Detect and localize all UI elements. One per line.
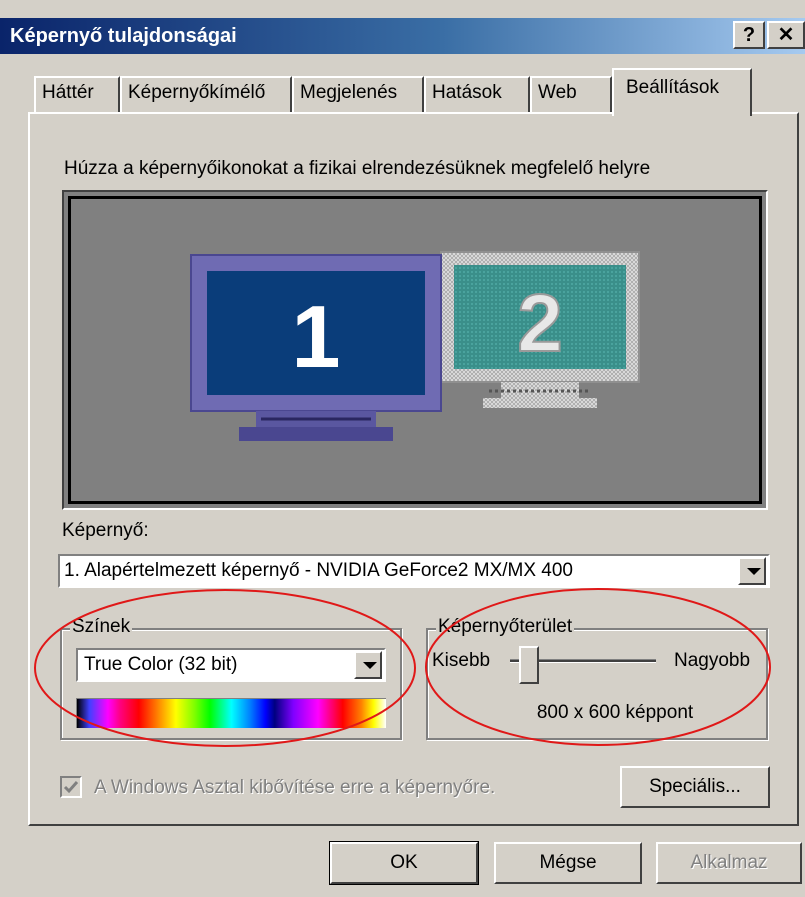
tab-label: Beállítások xyxy=(626,77,719,98)
monitor-1[interactable]: 1 xyxy=(190,254,442,441)
colors-dropdown-value: True Color (32 bit) xyxy=(84,654,238,675)
monitor-2[interactable]: 2 xyxy=(440,251,640,408)
slider-min-label: Kisebb xyxy=(432,650,491,671)
dialog-window: Képernyő tulajdonságai ? ✕ Háttér Képern… xyxy=(0,0,805,897)
chevron-down-icon xyxy=(747,568,761,575)
resolution-slider-thumb[interactable] xyxy=(518,646,539,684)
monitor-preview-svg: 2 1 xyxy=(190,251,640,441)
apply-button[interactable]: Alkalmaz xyxy=(656,842,802,884)
tab-screensaver[interactable]: Képernyőkímélő xyxy=(120,76,292,112)
monitor-arrangement-canvas: 2 1 xyxy=(68,196,762,504)
slider-max-label: Nagyobb xyxy=(674,650,751,671)
extend-desktop-checkbox[interactable] xyxy=(60,776,82,798)
monitor-arrangement-area[interactable]: 2 1 xyxy=(62,190,768,510)
close-icon: ✕ xyxy=(777,24,795,46)
tab-appearance[interactable]: Megjelenés xyxy=(292,76,424,112)
tab-label: Web xyxy=(538,82,577,103)
tab-label: Megjelenés xyxy=(300,82,398,103)
checkmark-icon xyxy=(63,781,79,794)
display-dropdown[interactable]: 1. Alapértelmezett képernyő - NVIDIA GeF… xyxy=(58,554,770,588)
colors-dropdown-button[interactable] xyxy=(354,651,382,679)
help-button[interactable]: ? xyxy=(733,21,765,49)
cancel-button[interactable]: Mégse xyxy=(494,842,642,884)
close-button[interactable]: ✕ xyxy=(767,21,805,49)
extend-desktop-label: A Windows Asztal kibővítése erre a képer… xyxy=(94,777,496,798)
tab-label: Képernyőkímélő xyxy=(128,82,266,103)
display-dropdown-value: 1. Alapértelmezett képernyő - NVIDIA GeF… xyxy=(64,560,574,581)
monitor-2-label: 2 xyxy=(517,278,563,369)
tab-settings[interactable]: Beállítások xyxy=(612,68,752,116)
display-label: Képernyő: xyxy=(62,520,149,541)
tab-web[interactable]: Web xyxy=(530,76,612,112)
display-dropdown-button[interactable] xyxy=(738,557,766,585)
window-title: Képernyő tulajdonságai xyxy=(10,25,237,47)
tab-background[interactable]: Háttér xyxy=(34,76,120,112)
colors-dropdown[interactable]: True Color (32 bit) xyxy=(76,648,386,682)
tab-label: Háttér xyxy=(42,82,94,103)
tab-label: Hatások xyxy=(432,82,502,103)
tab-effects[interactable]: Hatások xyxy=(424,76,530,112)
title-bar[interactable]: Képernyő tulajdonságai ? ✕ xyxy=(0,18,805,54)
color-spectrum-bar xyxy=(76,698,386,728)
screen-area-group-label: Képernyőterület xyxy=(436,616,575,638)
colors-group-label: Színek xyxy=(70,616,133,638)
instruction-text: Húzza a képernyőikonokat a fizikai elren… xyxy=(64,158,651,179)
advanced-button[interactable]: Speciális... xyxy=(620,766,770,808)
resolution-value: 800 x 600 képpont xyxy=(536,702,694,723)
chevron-down-icon xyxy=(363,662,377,669)
ok-button[interactable]: OK xyxy=(329,841,479,885)
monitor-1-label: 1 xyxy=(292,287,341,386)
